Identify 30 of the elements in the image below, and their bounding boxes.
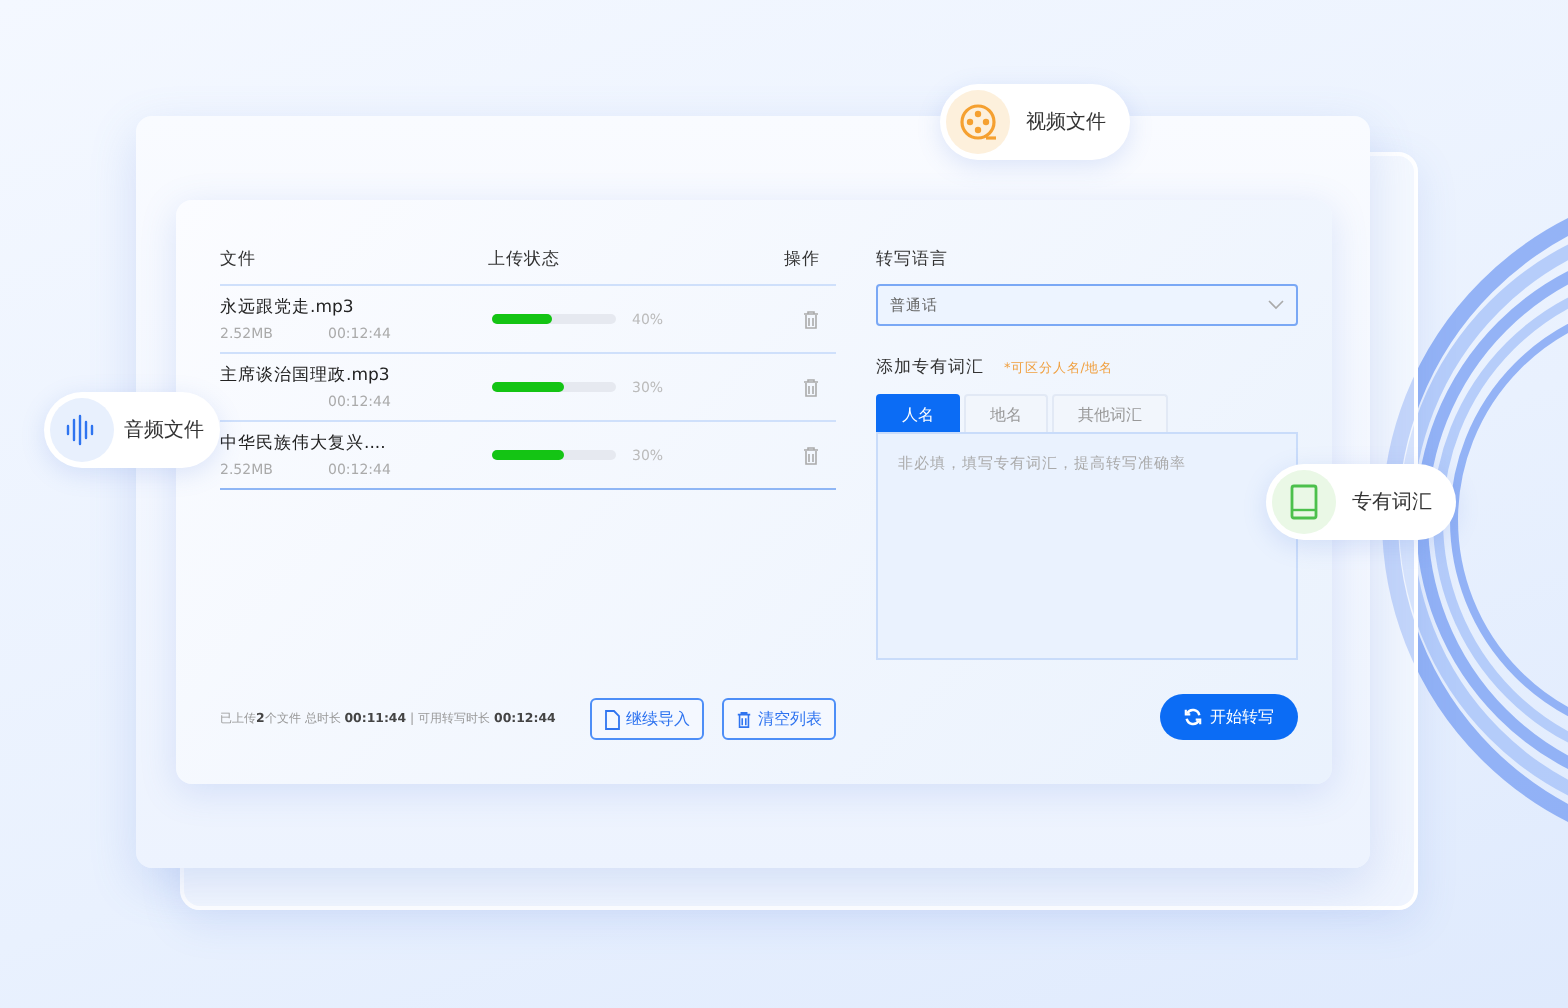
clear-list-button[interactable]: 清空列表: [722, 698, 836, 740]
column-header: 操作: [784, 248, 820, 272]
term-tab[interactable]: 地名: [964, 394, 1048, 432]
terms-label: 添加专有词汇: [876, 356, 984, 382]
file-name: 永远跟党走.mp3: [220, 296, 356, 320]
sound-wave-icon: [50, 398, 114, 462]
language-label: 转写语言: [876, 247, 950, 274]
book-icon: [1272, 470, 1336, 534]
start-button[interactable]: 开始转写: [1160, 694, 1298, 740]
chevron-down-icon: [1268, 300, 1284, 310]
column-header: 上传状态: [488, 248, 563, 272]
term-tab[interactable]: 其他词汇: [1052, 394, 1168, 432]
file-name: 中华民族伟大复兴....: [220, 432, 388, 456]
badge-label: 专有词汇: [1352, 489, 1432, 516]
badge-label: 视频文件: [1026, 109, 1106, 136]
film-reel-icon: [946, 90, 1010, 154]
refresh-icon: [1184, 708, 1202, 726]
import-button[interactable]: 继续导入: [590, 698, 704, 740]
term-tab[interactable]: 人名: [876, 394, 960, 432]
column-header: 文件: [220, 248, 258, 272]
file-name: 主席谈治国理政.mp3: [220, 364, 392, 388]
trash-icon[interactable]: [802, 309, 820, 329]
trash-icon[interactable]: [802, 377, 820, 397]
trash-icon: [736, 709, 752, 729]
progress-bar: [492, 314, 616, 324]
progress-bar: [492, 382, 616, 392]
document-icon: [604, 709, 620, 729]
progress-bar: [492, 450, 616, 460]
badge-label: 音频文件: [124, 417, 204, 444]
trash-icon[interactable]: [802, 445, 820, 465]
